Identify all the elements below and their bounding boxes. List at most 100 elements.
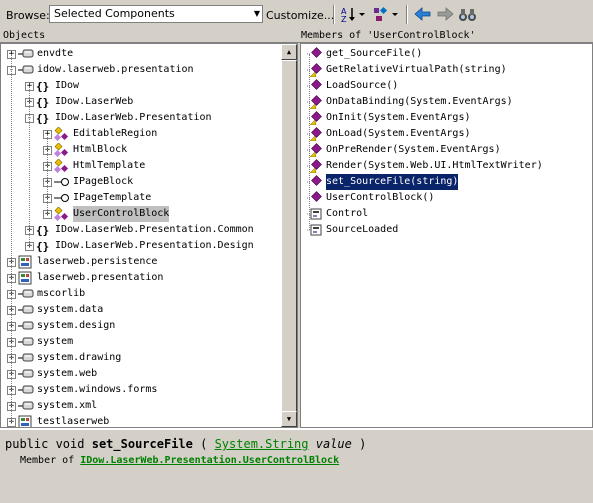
tree-item[interactable]: + system — [7, 334, 73, 350]
member-item[interactable]: Render(System.Web.UI.HtmlTextWriter) — [307, 158, 543, 174]
member-of-line: Member of IDow.LaserWeb.Presentation.Use… — [20, 455, 339, 466]
assembly-icon — [18, 335, 34, 349]
assembly-icon — [18, 63, 34, 77]
tree-item-label: system.data — [37, 304, 104, 315]
class-icon — [54, 159, 70, 173]
tree-item-label: laserweb.presentation — [37, 272, 164, 283]
tree-item-label: IPageTemplate — [73, 192, 152, 203]
namespace-icon: {} — [36, 79, 52, 93]
customize-button[interactable]: Customize... — [266, 9, 334, 22]
objects-scrollbar[interactable]: ▲ ▼ — [281, 44, 297, 427]
member-filter-button[interactable] — [372, 6, 402, 23]
assembly-icon — [18, 351, 34, 365]
tree-item[interactable]: - idow.laserweb.presentation — [7, 62, 194, 78]
find-symbol-button[interactable] — [458, 6, 478, 23]
members-header: Members of 'UserControlBlock' — [298, 29, 593, 43]
member-item[interactable]: Control — [307, 206, 368, 222]
tree-item[interactable]: + system.xml — [7, 398, 97, 414]
member-item-label: GetRelativeVirtualPath(string) — [326, 64, 507, 75]
tree-item[interactable]: + HtmlBlock — [43, 142, 127, 158]
tree-item[interactable]: + laserweb.presentation — [7, 270, 163, 286]
member-item-label: set_SourceFile(string) — [326, 174, 459, 190]
tree-item[interactable]: + system.windows.forms — [7, 382, 157, 398]
tree-item[interactable]: + testlaserweb — [7, 414, 110, 427]
browse-dropdown[interactable]: Selected Components ▼ — [49, 5, 263, 23]
members-list[interactable]: get_SourceFile() GetRelativeVirtualPath(s… — [300, 43, 593, 428]
namespace-icon: {} — [36, 95, 52, 109]
forward-button[interactable] — [436, 6, 454, 23]
sort-objects-button[interactable]: A Z — [340, 6, 368, 23]
member-item[interactable]: LoadSource() — [307, 78, 398, 94]
assembly-icon — [18, 367, 34, 381]
signature-param-name: value — [315, 437, 352, 451]
tree-item[interactable]: + laserweb.persistence — [7, 254, 157, 270]
tree-item[interactable]: + envdte — [7, 46, 73, 62]
tree-item[interactable]: + system.data — [7, 302, 103, 318]
namespace-icon: {} — [36, 111, 52, 125]
svg-text:{}: {} — [36, 96, 49, 109]
assembly-icon — [18, 287, 34, 301]
tree-item-label: HtmlTemplate — [73, 160, 146, 171]
tree-item[interactable]: + system.design — [7, 318, 115, 334]
tree-item[interactable]: + mscorlib — [7, 286, 85, 302]
tree-item-label: IPageBlock — [73, 176, 134, 187]
namespace-icon: {} — [36, 239, 52, 253]
svg-text:{}: {} — [36, 240, 49, 253]
tree-item[interactable]: + HtmlTemplate — [43, 158, 145, 174]
tree-item-label: idow.laserweb.presentation — [37, 64, 194, 75]
filter-members-icon — [374, 6, 398, 21]
scroll-up-button[interactable]: ▲ — [281, 44, 297, 60]
member-item[interactable]: GetRelativeVirtualPath(string) — [307, 62, 507, 78]
dropdown-arrow-icon[interactable]: ▼ — [254, 6, 260, 22]
back-button[interactable] — [414, 6, 432, 23]
tree-item[interactable]: + IPageBlock — [43, 174, 133, 190]
member-item-label: OnInit(System.EventArgs) — [326, 112, 471, 123]
tree-item-label: IDow.LaserWeb.Presentation.Common — [55, 224, 254, 235]
tree-item-label: system.web — [37, 368, 98, 379]
tree-item-label: system.design — [37, 320, 116, 331]
tree-item-label: system — [37, 336, 74, 347]
member-item[interactable]: OnLoad(System.EventArgs) — [307, 126, 471, 142]
tree-item[interactable]: + system.web — [7, 366, 97, 382]
member-of-link[interactable]: IDow.LaserWeb.Presentation.UserControlBl… — [80, 455, 339, 466]
tree-item-label: mscorlib — [37, 288, 86, 299]
browse-dropdown-value: Selected Components — [54, 7, 175, 20]
interface-icon — [54, 191, 70, 205]
toolbar-separator — [406, 5, 408, 24]
tree-item[interactable]: -{} IDow.LaserWeb.Presentation — [25, 110, 212, 126]
scroll-down-button[interactable]: ▼ — [281, 411, 297, 427]
tree-item[interactable]: +{} IDow.LaserWeb.Presentation.Design — [25, 238, 254, 254]
tree-item[interactable]: + UserControlBlock — [43, 206, 170, 222]
signature-close-paren: ) — [359, 437, 367, 451]
tree-item[interactable]: + EditableRegion — [43, 126, 157, 142]
member-signature: public void set_SourceFile ( System.Stri… — [5, 437, 366, 451]
tree-item-label: EditableRegion — [73, 128, 158, 139]
tree-item-label: testlaserweb — [37, 416, 110, 427]
toolbar: Browse: Selected Components ▼ Customize.… — [0, 0, 593, 29]
member-item[interactable]: OnPreRender(System.EventArgs) — [307, 142, 501, 158]
tree-item[interactable]: + IPageTemplate — [43, 190, 151, 206]
member-item[interactable]: OnDataBinding(System.EventArgs) — [307, 94, 513, 110]
member-item[interactable]: set_SourceFile(string) — [307, 174, 459, 190]
member-item[interactable]: OnInit(System.EventArgs) — [307, 110, 471, 126]
svg-text:{}: {} — [36, 224, 49, 237]
tree-item[interactable]: +{} IDow.LaserWeb.Presentation.Common — [25, 222, 254, 238]
svg-text:Z: Z — [341, 15, 347, 23]
tree-item[interactable]: + system.drawing — [7, 350, 121, 366]
member-item-label: OnPreRender(System.EventArgs) — [326, 144, 501, 155]
tree-item[interactable]: +{} IDow — [25, 78, 79, 94]
objects-tree[interactable]: ▲ ▼ + envdte - idow.laserweb.presentation +{… — [0, 43, 298, 428]
member-item[interactable]: UserControlBlock() — [307, 190, 434, 206]
member-item-label: SourceLoaded — [326, 224, 399, 235]
tree-item[interactable]: +{} IDow.LaserWeb — [25, 94, 133, 110]
member-item-label: Render(System.Web.UI.HtmlTextWriter) — [326, 160, 543, 171]
member-of-label: Member of — [20, 455, 75, 466]
member-item[interactable]: get_SourceFile() — [307, 46, 422, 62]
tree-item-label: IDow.LaserWeb.Presentation.Design — [55, 240, 254, 251]
tree-item-label: IDow.LaserWeb — [55, 96, 134, 107]
tree-item-label: IDow.LaserWeb.Presentation — [55, 112, 212, 123]
scroll-thumb[interactable] — [281, 60, 297, 412]
signature-param-type-link[interactable]: System.String — [215, 437, 309, 451]
member-item[interactable]: SourceLoaded — [307, 222, 398, 238]
binoculars-icon — [459, 9, 476, 21]
